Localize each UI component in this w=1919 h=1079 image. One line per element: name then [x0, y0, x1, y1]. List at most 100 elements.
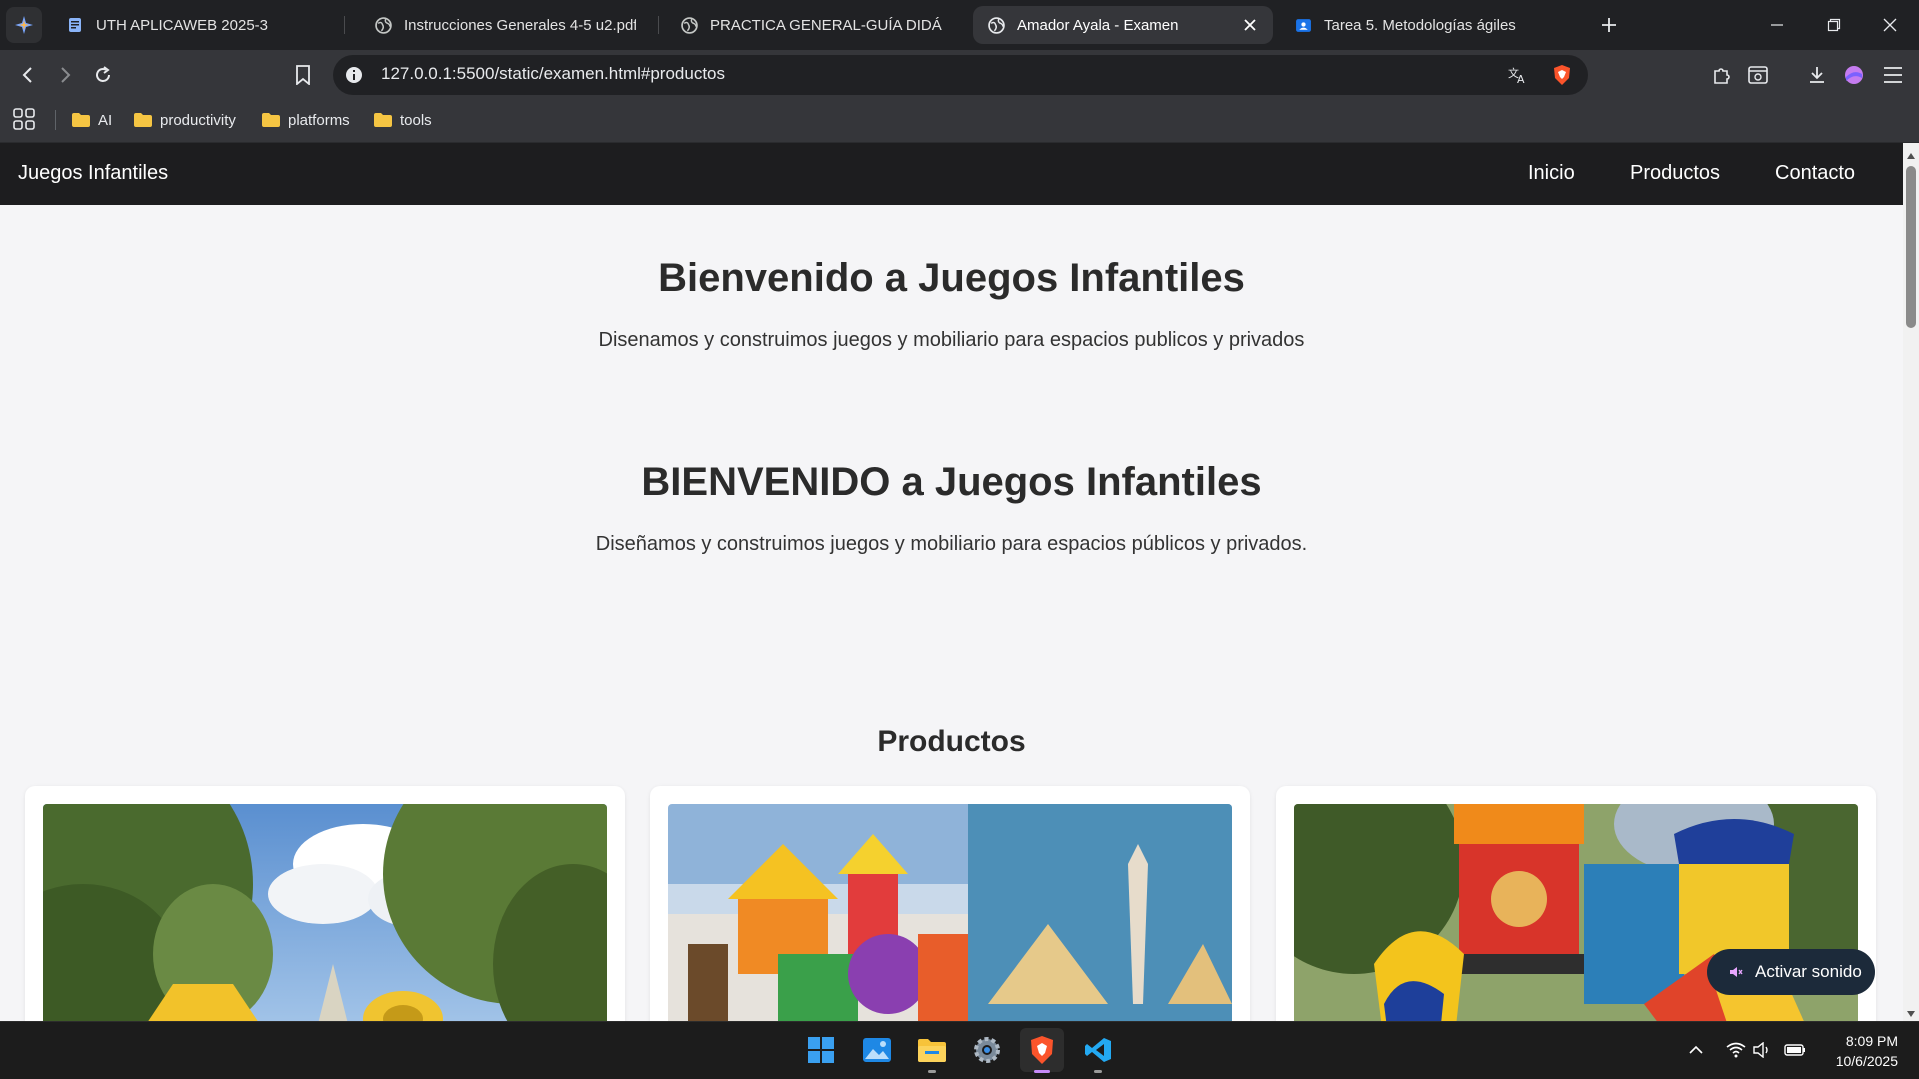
hero-title: Bienvenido a Juegos Infantiles	[658, 256, 1245, 300]
speaker-icon	[1753, 1042, 1768, 1058]
tab-separator	[344, 16, 345, 34]
tab-separator	[658, 16, 659, 34]
brave-shields-button[interactable]	[1547, 60, 1577, 90]
url-text[interactable]: 127.0.0.1:5500/static/examen.html#produc…	[381, 64, 725, 84]
bookmark-label: AI	[98, 111, 113, 129]
bookmark-folder-platforms[interactable]: platforms	[262, 108, 350, 132]
windows-start-button[interactable]	[799, 1028, 843, 1072]
translate-button[interactable]: 文A	[1503, 60, 1533, 90]
brave-icon	[1031, 1036, 1053, 1064]
restore-icon	[1827, 18, 1841, 32]
minimize-icon	[1771, 24, 1783, 26]
back-button[interactable]	[13, 60, 43, 90]
battery-button[interactable]	[1784, 1039, 1806, 1061]
svg-text:A: A	[1517, 73, 1525, 85]
bookmark-folder-ai[interactable]: AI	[72, 108, 112, 132]
reload-icon	[96, 66, 110, 82]
globe-icon	[374, 16, 392, 34]
wifi-icon	[1726, 1042, 1746, 1058]
vscode-button[interactable]	[1076, 1028, 1120, 1072]
info-icon	[346, 67, 362, 83]
speaker-muted-icon	[1730, 967, 1743, 977]
site-info-button[interactable]	[342, 63, 366, 87]
translate-icon: 文A	[1508, 66, 1525, 85]
extensions-button[interactable]	[1707, 60, 1737, 90]
scrollbar-thumb[interactable]	[1906, 166, 1916, 328]
chevron-up-icon	[1689, 1045, 1703, 1054]
tab-title: Tarea 5. Metodologías ágiles	[1324, 16, 1516, 34]
back-arrow-icon	[22, 67, 32, 83]
file-explorer-icon	[918, 1039, 946, 1062]
bookmark-folder-tools[interactable]: tools	[374, 108, 432, 132]
profile-button[interactable]	[1839, 60, 1869, 90]
playground-photo-1	[43, 804, 607, 1021]
bookmark-label: productivity	[160, 111, 236, 129]
tab-uth-aplicaweb[interactable]: UTH APLICAWEB 2025-3	[52, 6, 342, 44]
bookmark-label: platforms	[288, 111, 350, 129]
browser-menu-button[interactable]	[6, 7, 42, 43]
battery-icon	[1784, 1044, 1805, 1056]
tab-title: UTH APLICAWEB 2025-3	[96, 16, 269, 34]
volume-button[interactable]	[1752, 1039, 1774, 1061]
windows-taskbar	[0, 1021, 1919, 1079]
brave-lion-icon	[1554, 65, 1570, 85]
close-icon[interactable]	[1241, 16, 1259, 34]
scroll-down-arrow-icon[interactable]	[1906, 1006, 1916, 1017]
apps-grid-icon[interactable]	[13, 108, 37, 132]
restore-button[interactable]	[1808, 6, 1860, 44]
globe-icon	[680, 16, 698, 34]
minimize-button[interactable]	[1751, 6, 1803, 44]
reload-button[interactable]	[88, 60, 118, 90]
active-indicator	[1034, 1070, 1050, 1073]
reader-mode-button[interactable]	[1743, 60, 1773, 90]
tab-tarea-5[interactable]: Tarea 5. Metodologías ágiles	[1280, 6, 1580, 44]
hero-title-secondary: BIENVENIDO a Juegos Infantiles	[641, 460, 1262, 504]
scroll-up-arrow-icon[interactable]	[1906, 148, 1916, 159]
tab-title: Amador Ayala - Examen	[1017, 16, 1179, 34]
settings-app-button[interactable]	[965, 1028, 1009, 1072]
running-indicator	[1094, 1070, 1102, 1073]
bookmark-folder-productivity[interactable]: productivity	[134, 108, 236, 132]
show-hidden-icons-button[interactable]	[1685, 1039, 1707, 1061]
downloads-button[interactable]	[1802, 60, 1832, 90]
file-explorer-button[interactable]	[910, 1028, 954, 1072]
site-brand[interactable]: Juegos Infantiles	[18, 162, 168, 185]
puzzle-icon	[1714, 68, 1730, 84]
bookmark-icon	[296, 65, 310, 85]
reader-icon	[1748, 66, 1768, 84]
products-section-title: Productos	[877, 725, 1026, 758]
photos-icon	[863, 1038, 891, 1062]
playground-photo-2	[668, 804, 1232, 1021]
main-menu-button[interactable]	[1878, 60, 1908, 90]
classroom-icon	[1294, 16, 1312, 34]
tab-amador-ayala-examen[interactable]: Amador Ayala - Examen	[973, 6, 1273, 44]
nav-link-inicio[interactable]: Inicio	[1528, 162, 1575, 185]
site-navbar: Juegos Infantiles Inicio Productos Conta…	[0, 143, 1903, 205]
settings-icon	[974, 1037, 1000, 1063]
brave-browser-button[interactable]	[1020, 1028, 1064, 1072]
sound-button-label: Activar sonido	[1755, 962, 1862, 981]
wifi-button[interactable]	[1725, 1039, 1747, 1061]
forward-button[interactable]	[50, 60, 80, 90]
clock-time: 8:09 PM	[1845, 1033, 1898, 1049]
doc-icon	[66, 16, 84, 34]
forward-arrow-icon	[61, 67, 71, 83]
tab-title: PRACTICA GENERAL-GUÍA DIDÁCTICA	[710, 16, 942, 34]
nav-link-contacto[interactable]: Contacto	[1775, 162, 1855, 185]
bookmark-label: tools	[400, 111, 432, 129]
photos-app-button[interactable]	[855, 1028, 899, 1072]
bookmarks-divider	[55, 110, 56, 130]
close-icon	[1883, 18, 1897, 32]
product-card[interactable]	[25, 786, 625, 1021]
tab-instrucciones[interactable]: Instrucciones Generales 4-5 u2.pdf	[360, 6, 650, 44]
tab-practica-general[interactable]: PRACTICA GENERAL-GUÍA DIDÁCTICA	[666, 6, 956, 44]
new-tab-button[interactable]	[1596, 12, 1622, 38]
product-card[interactable]	[650, 786, 1250, 1021]
avatar-icon	[1845, 66, 1863, 84]
taskbar-clock[interactable]: 8:09 PM 10/6/2025	[1818, 1031, 1898, 1071]
bookmark-button[interactable]	[288, 60, 318, 90]
nav-link-productos[interactable]: Productos	[1630, 162, 1720, 185]
sparkle-icon	[15, 16, 33, 34]
activate-sound-button[interactable]: Activar sonido	[1707, 949, 1875, 995]
close-window-button[interactable]	[1864, 6, 1916, 44]
